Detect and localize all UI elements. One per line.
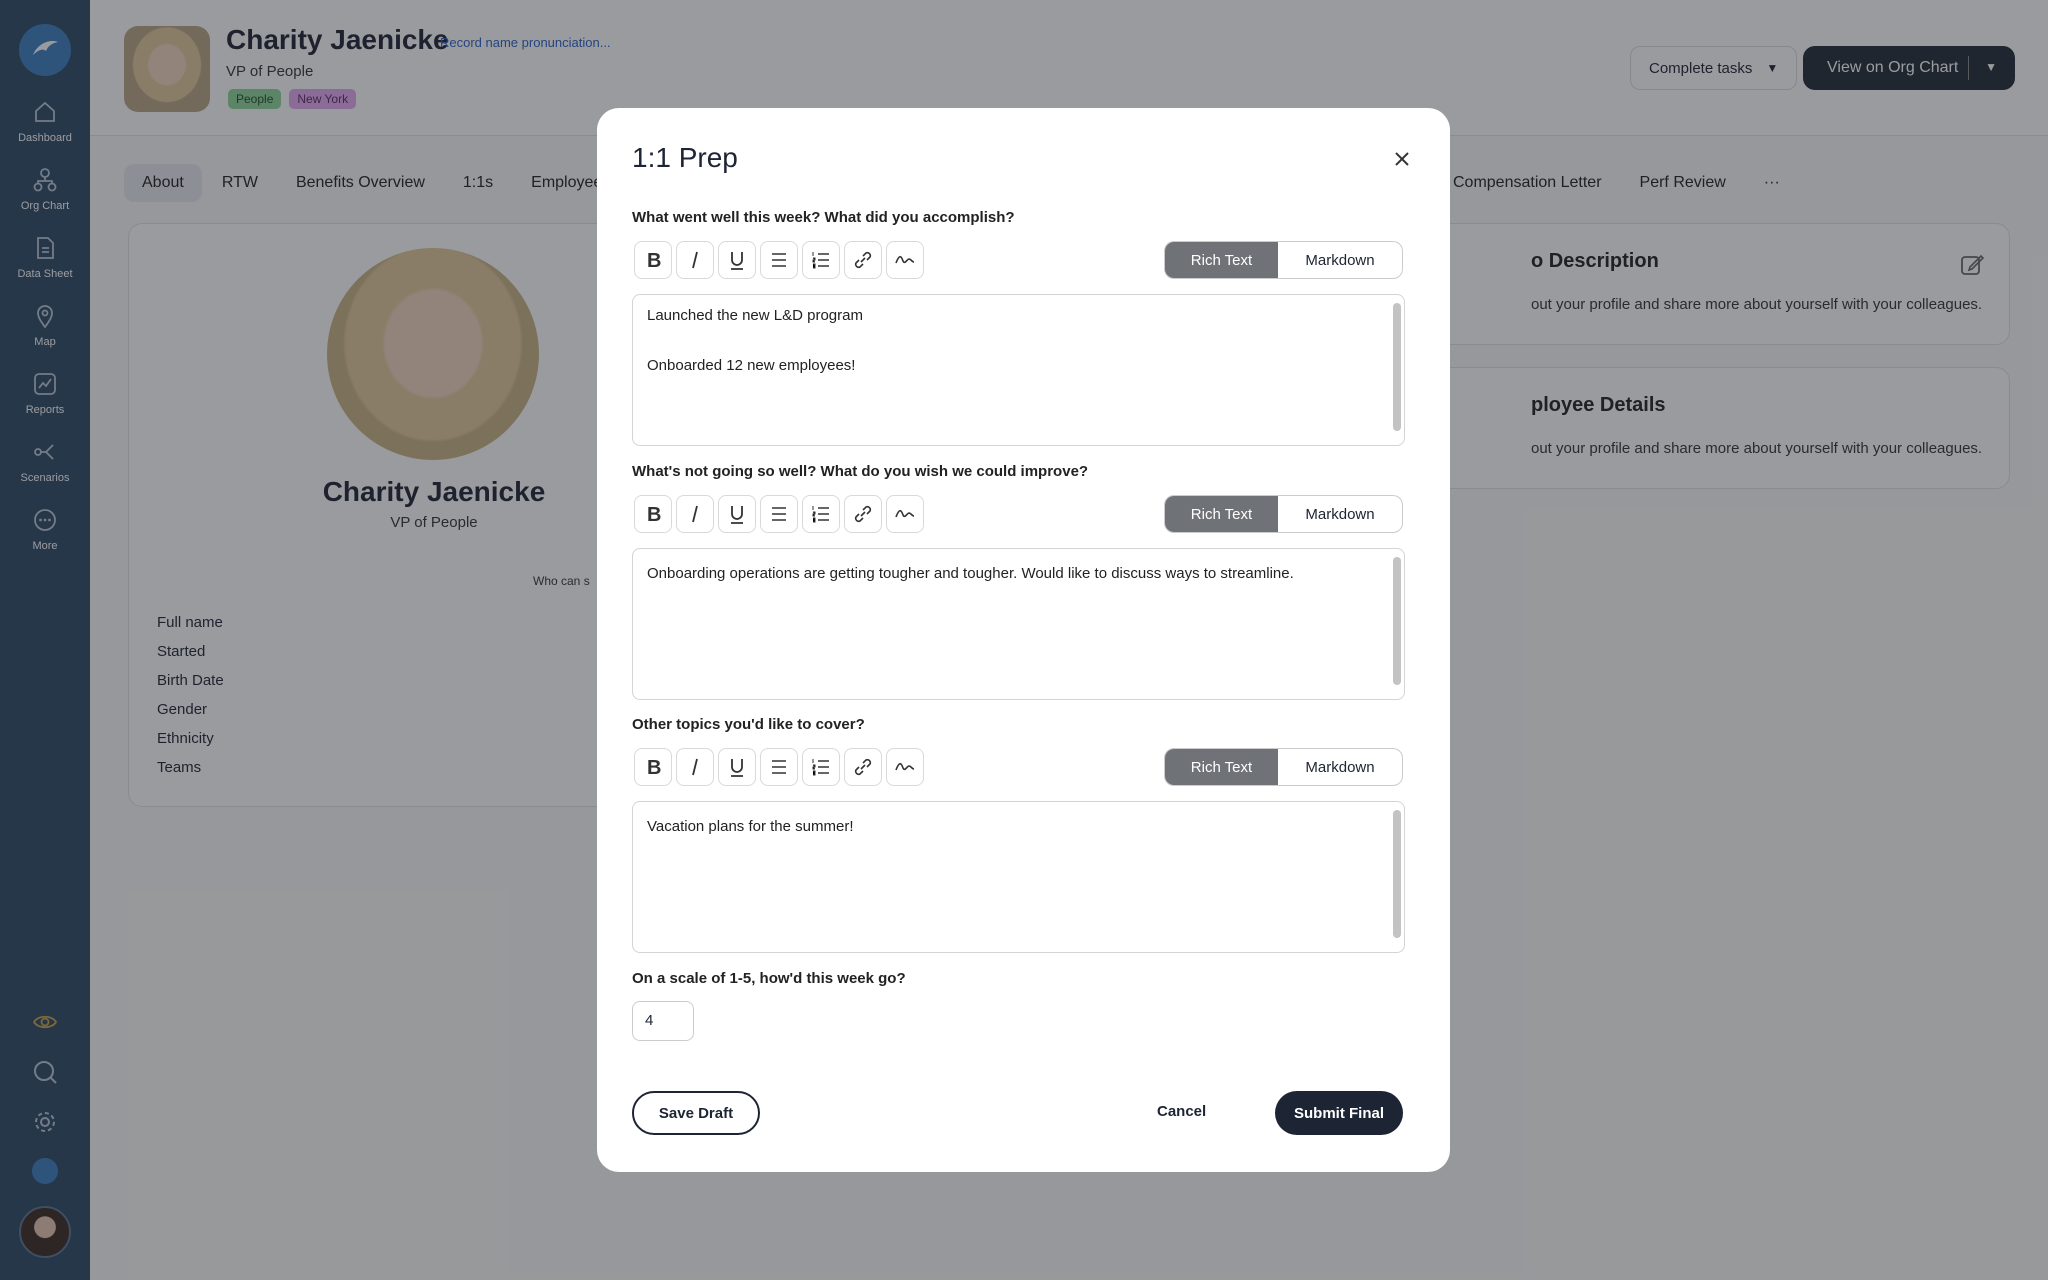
editor-line: Onboarded 12 new employees! (647, 357, 856, 374)
modal-title: 1:1 Prep (632, 142, 738, 173)
underline-icon (731, 759, 743, 777)
answer-editor[interactable]: Launched the new L&D program Onboarded 1… (632, 294, 1405, 446)
link-button[interactable] (844, 241, 882, 279)
answer-editor[interactable]: Vacation plans for the summer! (632, 801, 1405, 953)
format-toolbar: B (634, 241, 924, 279)
format-toolbar: B (634, 495, 924, 533)
save-draft-button[interactable]: Save Draft (632, 1091, 760, 1135)
underline-icon (731, 252, 743, 270)
numbered-list-button[interactable] (802, 241, 840, 279)
editor-line: Vacation plans for the summer! (647, 818, 854, 835)
italic-button[interactable] (676, 241, 714, 279)
editor-line: Onboarding operations are getting toughe… (647, 565, 1294, 582)
question-label: Other topics you'd like to cover? (632, 716, 865, 733)
close-icon (1395, 152, 1409, 166)
signature-button[interactable] (886, 748, 924, 786)
scrollbar[interactable] (1393, 303, 1401, 431)
italic-button[interactable] (676, 748, 714, 786)
markdown-option[interactable]: Markdown (1278, 496, 1402, 532)
link-icon (854, 758, 872, 776)
bold-icon: B (647, 757, 661, 778)
signature-icon (895, 509, 915, 518)
bold-button[interactable]: B (634, 748, 672, 786)
italic-icon (692, 505, 698, 523)
editor-mode-toggle: Rich Text Markdown (1164, 241, 1403, 279)
markdown-option[interactable]: Markdown (1278, 242, 1402, 278)
numbered-list-icon (812, 759, 829, 776)
question-label: What went well this week? What did you a… (632, 209, 1015, 226)
scrollbar[interactable] (1393, 810, 1401, 938)
scale-question-label: On a scale of 1-5, how'd this week go? (632, 970, 906, 987)
bullet-list-button[interactable] (760, 241, 798, 279)
editor-mode-toggle: Rich Text Markdown (1164, 748, 1403, 786)
link-button[interactable] (844, 748, 882, 786)
rich-text-option[interactable]: Rich Text (1165, 749, 1278, 785)
svg-text:B: B (647, 757, 661, 778)
italic-icon (692, 251, 698, 269)
one-on-one-prep-modal: 1:1 Prep What went well this week? What … (597, 108, 1450, 1172)
bold-icon: B (647, 250, 661, 271)
rich-text-option[interactable]: Rich Text (1165, 242, 1278, 278)
link-icon (854, 251, 872, 269)
bullet-list-button[interactable] (760, 748, 798, 786)
bold-button[interactable]: B (634, 241, 672, 279)
bullet-list-icon (772, 760, 786, 774)
underline-icon (731, 506, 743, 524)
scrollbar[interactable] (1393, 557, 1401, 685)
signature-button[interactable] (886, 495, 924, 533)
rating-input[interactable]: 4 (632, 1001, 694, 1041)
editor-mode-toggle: Rich Text Markdown (1164, 495, 1403, 533)
bullet-list-icon (772, 507, 786, 521)
signature-icon (895, 762, 915, 771)
numbered-list-icon (812, 506, 829, 523)
markdown-option[interactable]: Markdown (1278, 749, 1402, 785)
bold-icon: B (647, 504, 661, 525)
numbered-list-icon (812, 252, 829, 269)
italic-button[interactable] (676, 495, 714, 533)
format-toolbar: B (634, 748, 924, 786)
underline-button[interactable] (718, 748, 756, 786)
answer-editor[interactable]: Onboarding operations are getting toughe… (632, 548, 1405, 700)
bullet-list-button[interactable] (760, 495, 798, 533)
bold-button[interactable]: B (634, 495, 672, 533)
signature-icon (895, 255, 915, 264)
numbered-list-button[interactable] (802, 748, 840, 786)
link-button[interactable] (844, 495, 882, 533)
question-label: What's not going so well? What do you wi… (632, 463, 1089, 480)
rich-text-option[interactable]: Rich Text (1165, 496, 1278, 532)
numbered-list-button[interactable] (802, 495, 840, 533)
close-button[interactable] (1387, 144, 1417, 174)
svg-text:B: B (647, 250, 661, 271)
underline-button[interactable] (718, 495, 756, 533)
cancel-button[interactable]: Cancel (1157, 1103, 1206, 1120)
submit-final-button[interactable]: Submit Final (1275, 1091, 1403, 1135)
editor-line: Launched the new L&D program (647, 307, 863, 324)
svg-text:B: B (647, 504, 661, 525)
signature-button[interactable] (886, 241, 924, 279)
underline-button[interactable] (718, 241, 756, 279)
italic-icon (692, 758, 698, 776)
link-icon (854, 505, 872, 523)
bullet-list-icon (772, 253, 786, 267)
